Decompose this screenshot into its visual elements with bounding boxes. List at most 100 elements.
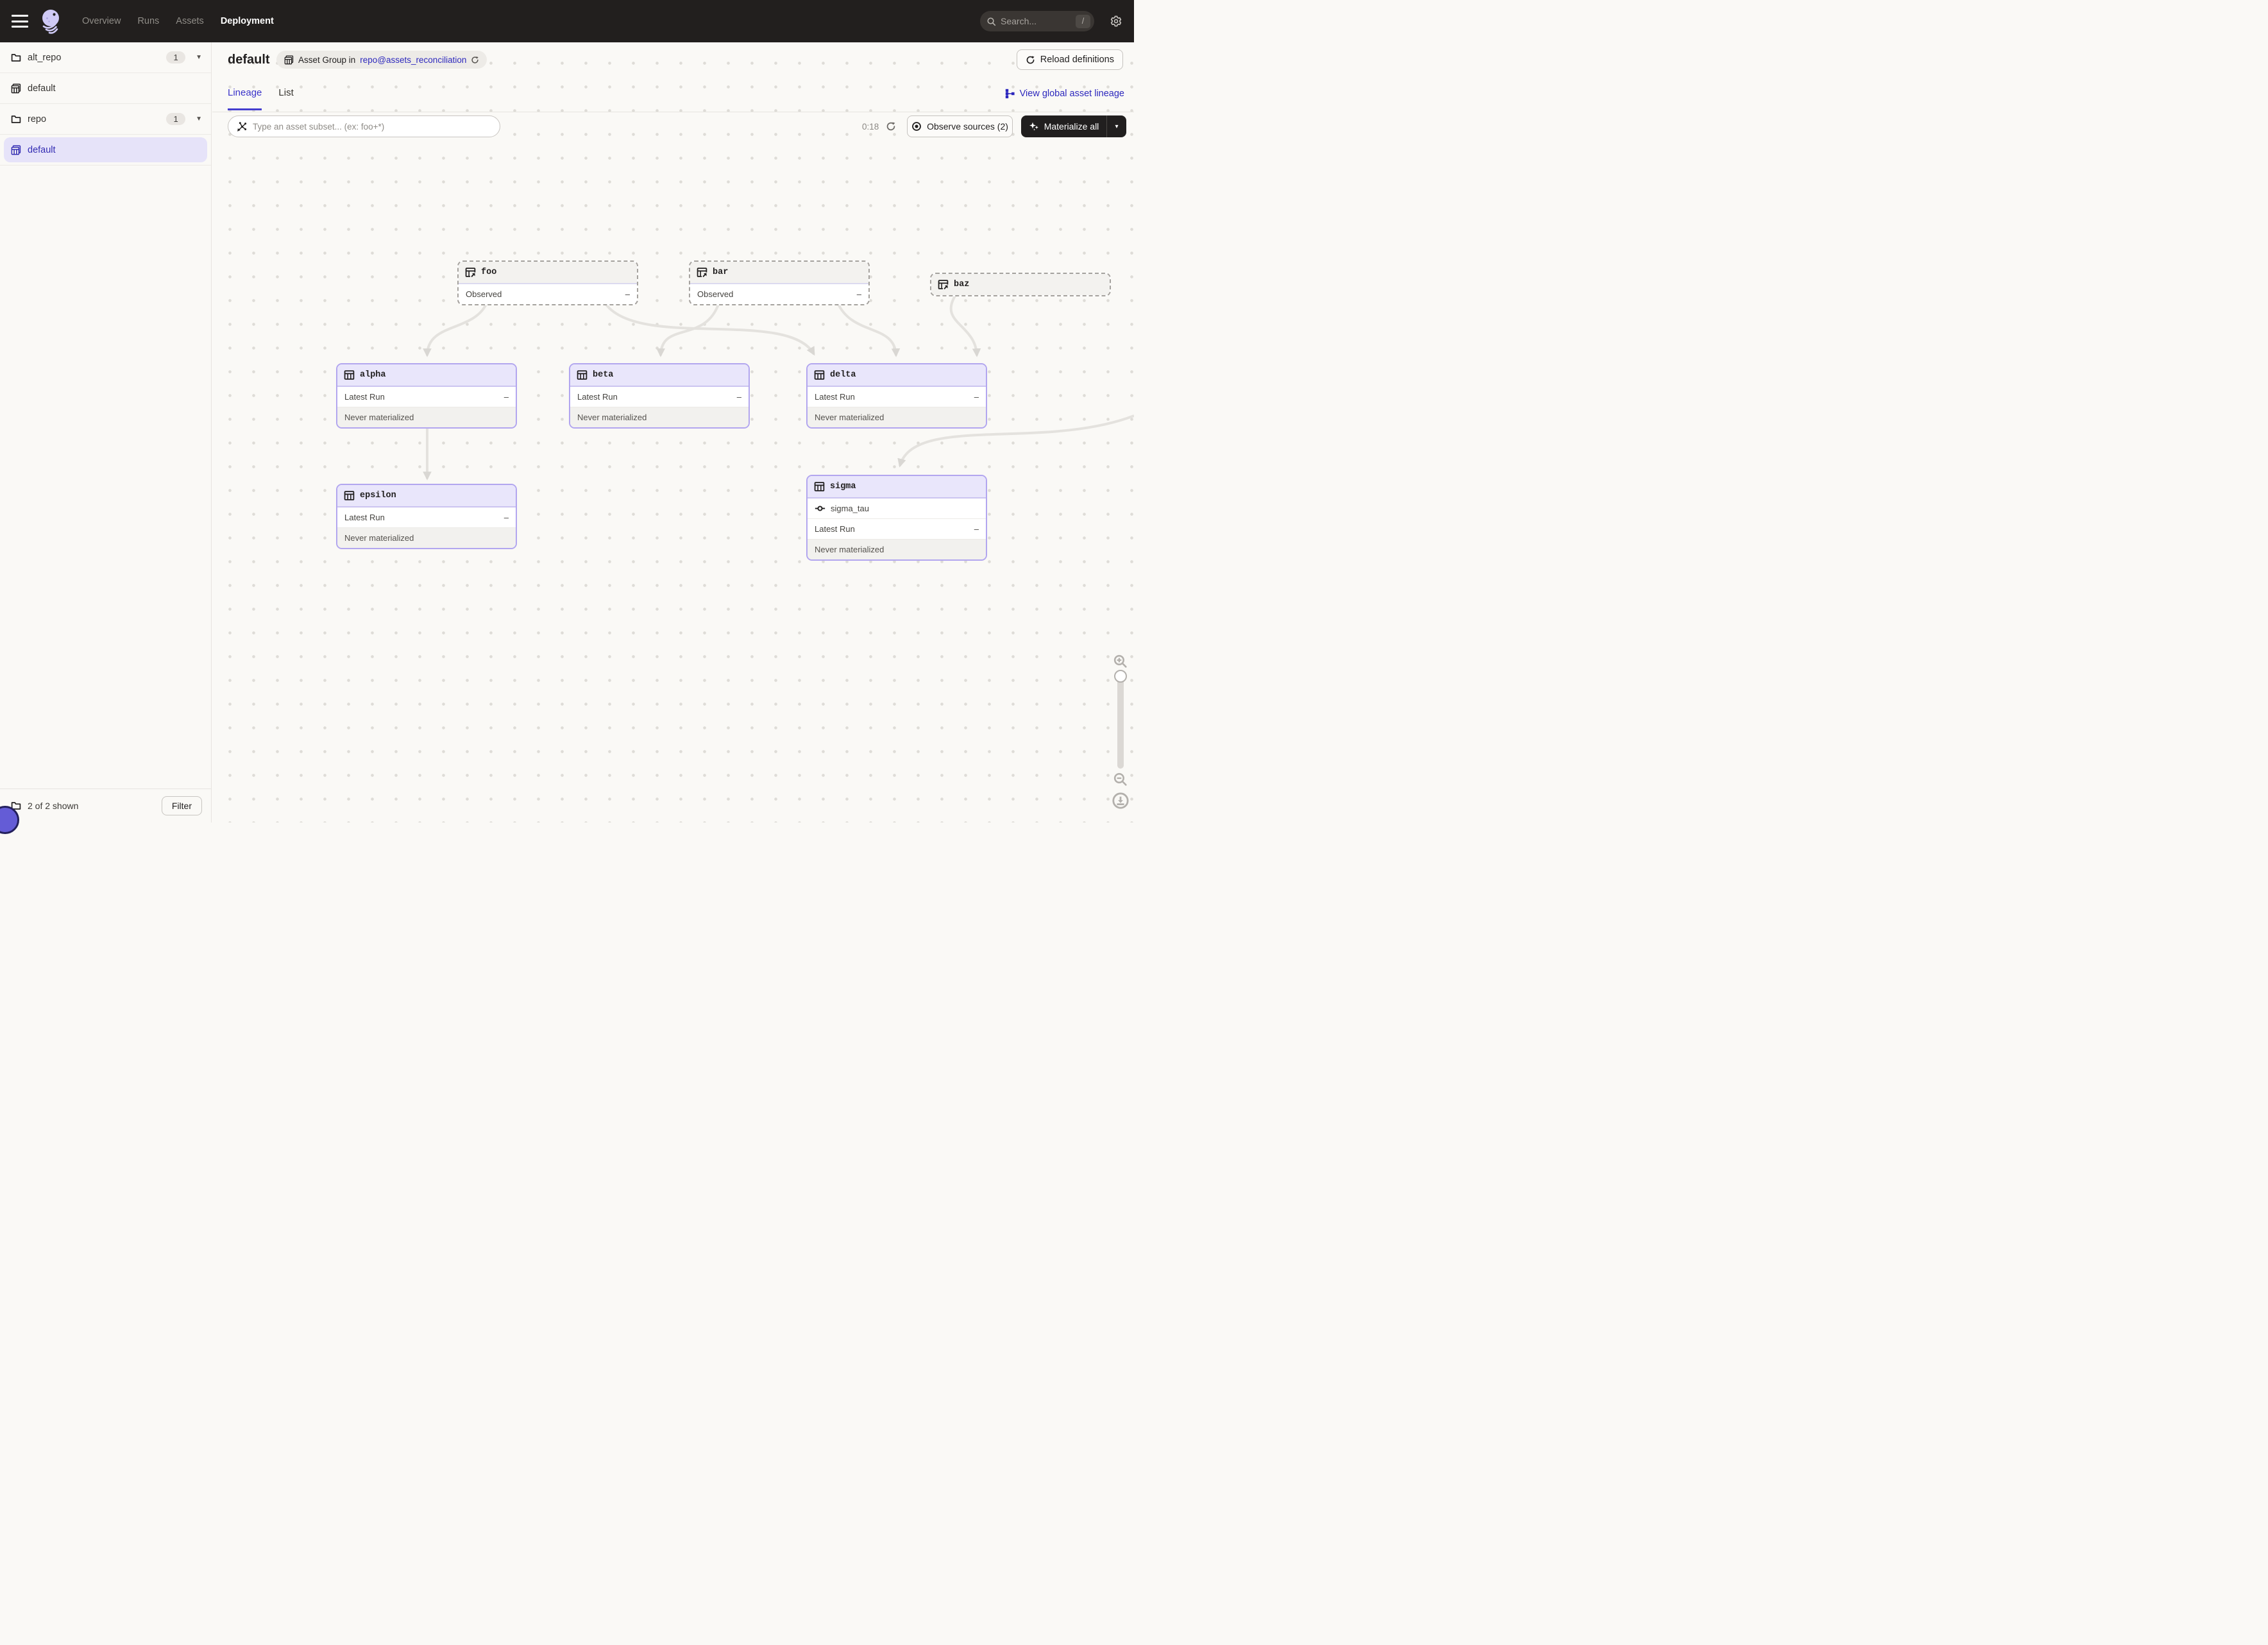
dagster-logo-icon[interactable] [38,7,64,35]
zoom-in-icon[interactable] [1112,653,1129,670]
view-global-asset-lineage-link[interactable]: View global asset lineage [1005,89,1124,99]
canvas-zoom-controls [1108,653,1133,810]
asset-selection-icon [237,121,248,132]
asset-name: alpha [360,370,386,380]
refresh-timer: 0:18 [862,115,879,137]
zoom-slider-handle[interactable] [1114,670,1127,683]
reload-definitions-button[interactable]: Reload definitions [1017,49,1123,70]
shown-count-text: 2 of 2 shown [28,801,78,811]
edge-foo-delta [605,303,814,354]
graph-refresh-icon[interactable] [886,115,896,137]
sidebar-item-label: default [28,145,56,155]
status-label: Never materialized [577,413,647,422]
main-nav: Overview Runs Assets Deployment [82,16,274,26]
asset-name: baz [954,280,969,289]
filter-button[interactable]: Filter [162,796,202,815]
asset-name: delta [830,370,856,380]
sidebar-item-label: default [28,83,56,94]
nav-item-runs[interactable]: Runs [137,16,159,26]
asset-subset-input[interactable]: Type an asset subset... (ex: foo+*) [228,115,500,137]
asset-status-row: Observed – [459,284,637,304]
asset-node-header: delta [808,364,986,387]
asset-table-icon [814,370,825,380]
asset-group-icon [284,55,294,65]
code-location-sidebar: alt_repo 1 ▼ default repo 1 ▼ default [0,42,212,788]
status-label: Never materialized [815,413,884,422]
asset-table-icon [344,370,355,380]
nav-item-assets[interactable]: Assets [176,16,204,26]
asset-status-row: Never materialized [337,407,516,427]
asset-node-beta[interactable]: betaLatest Run–Never materialized [569,363,750,429]
observe-sources-button[interactable]: Observe sources (2) [907,115,1013,137]
status-label: Latest Run [815,392,855,402]
asset-table-icon [577,370,588,380]
asset-node-baz[interactable]: baz [930,273,1111,296]
asset-node-header: epsilon [337,485,516,507]
status-label: Latest Run [577,392,618,402]
status-label: Observed [466,289,502,299]
sidebar-item-label: alt_repo [28,53,61,63]
hamburger-menu-icon[interactable] [12,15,28,28]
zoom-slider[interactable] [1117,672,1124,769]
status-label: Never materialized [344,533,414,543]
download-view-icon[interactable] [1112,792,1130,810]
observe-eye-icon [911,121,922,132]
asset-node-header: bar [690,262,868,284]
materialize-all-button[interactable]: Materialize all [1021,115,1106,137]
search-placeholder: Search... [1001,16,1071,26]
nav-item-deployment[interactable]: Deployment [221,16,274,26]
refresh-icon[interactable] [471,56,479,64]
asset-node-bar[interactable]: barObserved– [689,260,870,305]
tab-lineage[interactable]: Lineage [228,87,262,110]
zoom-out-icon[interactable] [1112,771,1129,788]
breadcrumb-prefix: Asset Group in [298,55,355,65]
asset-status-row: Never materialized [808,407,986,427]
sidebar-item-default-3[interactable]: default [0,135,211,166]
code-location-link[interactable]: repo@assets_reconciliation [360,55,466,65]
asset-node-header: baz [931,274,1110,295]
status-label: Latest Run [344,513,385,522]
chevron-down-icon[interactable]: ▼ [196,54,202,61]
nav-item-overview[interactable]: Overview [82,16,121,26]
status-value: – [974,524,979,534]
edge-bar-delta [838,303,896,355]
status-value: – [625,289,630,299]
asset-status-row: Latest Run– [337,387,516,407]
asset-name: bar [713,268,728,277]
sidebar-item-repo-2[interactable]: repo 1 ▼ [0,104,211,135]
observe-sources-label: Observe sources (2) [927,121,1008,132]
chevron-down-icon[interactable]: ▼ [196,115,202,123]
asset-status-row: Latest Run – [337,507,516,528]
search-input[interactable]: Search... / [980,11,1094,31]
asset-node-foo[interactable]: fooObserved– [457,260,638,305]
sidebar-item-label: repo [28,114,46,124]
asset-node-header: alpha [337,364,516,387]
asset-status-row: Never materialized [808,540,986,559]
materialize-all-dropdown-caret[interactable]: ▾ [1106,115,1126,137]
status-label: Latest Run [344,392,385,402]
settings-gear-icon[interactable] [1110,15,1122,28]
asset-node-header: beta [570,364,749,387]
view-global-asset-lineage-label: View global asset lineage [1020,89,1124,99]
tab-list[interactable]: List [278,87,293,110]
top-navigation-bar: Overview Runs Assets Deployment Search... / [0,0,1134,42]
asset-group-icon [11,83,21,94]
sidebar-item-default-1[interactable]: default [0,73,211,104]
asset-check-row[interactable]: sigma_tau [808,499,986,519]
asset-node-delta[interactable]: deltaLatest Run–Never materialized [806,363,987,429]
lineage-edges [212,42,1134,822]
folder-icon [11,53,21,63]
status-value: – [857,289,861,299]
source-asset-icon [938,279,949,290]
asset-name: sigma [830,482,856,491]
asset-count-badge: 1 [166,51,185,64]
view-tabs: Lineage List [228,87,294,110]
asset-check-icon [815,503,825,514]
asset-node-epsilon[interactable]: epsilon Latest Run – Never materialized [336,484,517,549]
sidebar-item-alt_repo-0[interactable]: alt_repo 1 ▼ [0,42,211,73]
asset-count-badge: 1 [166,113,185,125]
reload-definitions-label: Reload definitions [1040,55,1114,65]
asset-node-sigma[interactable]: sigmasigma_tauLatest Run–Never materiali… [806,475,987,561]
asset-node-alpha[interactable]: alpha Latest Run–Never materialized [336,363,517,429]
status-value: – [504,513,509,522]
